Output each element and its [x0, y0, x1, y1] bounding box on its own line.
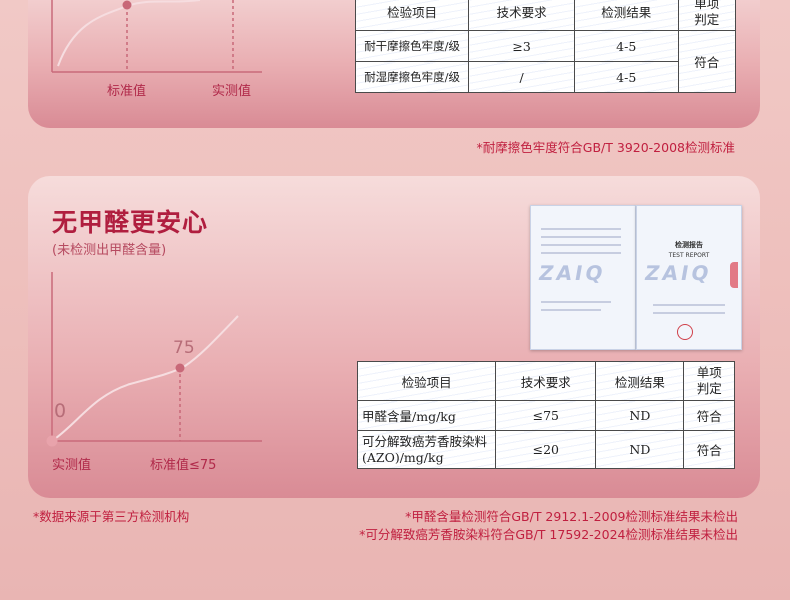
- chart-marks: [46, 363, 185, 447]
- chart-point-1: [175, 363, 185, 373]
- chart-point-0: [46, 435, 58, 447]
